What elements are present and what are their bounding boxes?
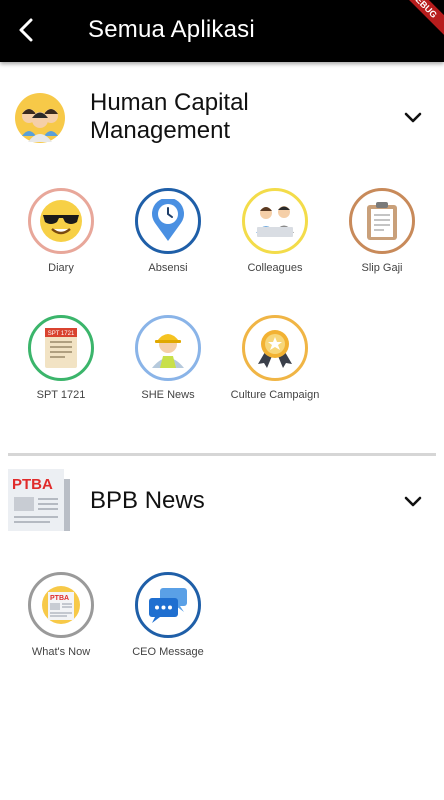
chevron-down-icon[interactable] [402, 490, 424, 512]
section-header-bpb-news[interactable]: PTBA BPB News [0, 466, 444, 536]
section-title-line1: Human Capital [90, 89, 249, 116]
app-tile-whats-now[interactable]: PTBA What's Now [8, 572, 114, 658]
app-tile-absensi[interactable]: Absensi [115, 188, 221, 274]
section-title-line2: Management [90, 117, 231, 144]
section-header-human-capital[interactable]: Human Capital Management [0, 86, 444, 156]
app-icon-circle [135, 188, 201, 254]
chat-bubbles-icon [149, 588, 187, 623]
people-group-icon [15, 93, 65, 143]
app-tile-ceo-message[interactable]: CEO Message [115, 572, 221, 658]
chevron-down-icon[interactable] [402, 106, 424, 128]
app-label: Colleagues [247, 262, 303, 274]
newspaper-icon: PTBA [8, 469, 70, 531]
section-title-human-capital: Human Capital Management [90, 89, 249, 145]
tax-document-icon: SPT 1721 [45, 328, 77, 368]
app-label: Diary [48, 262, 74, 274]
section-title-bpb-news: BPB News [90, 487, 205, 514]
app-icon-circle [135, 315, 201, 381]
app-label: Absensi [148, 262, 188, 274]
debug-banner: DEBUG [386, 0, 444, 43]
arrow-back-icon[interactable] [14, 17, 40, 43]
app-icon-circle [349, 188, 415, 254]
app-label: Culture Campaign [230, 389, 320, 401]
newspaper-icon: PTBA [42, 586, 80, 624]
app-icon-circle [242, 188, 308, 254]
app-label: SPT 1721 [36, 389, 86, 401]
app-bar: Semua Aplikasi DEBUG [0, 0, 444, 62]
app-tile-she-news[interactable]: SHE News [115, 315, 221, 401]
app-tile-spt-1721[interactable]: SPT 1721 SPT 1721 [8, 315, 114, 401]
app-tile-diary[interactable]: Diary [8, 188, 114, 274]
ptba-logo-text: PTBA [50, 595, 69, 602]
app-icon-circle [135, 572, 201, 638]
app-icon-circle: PTBA [28, 572, 94, 638]
app-label: What's Now [31, 646, 91, 658]
app-label: SHE News [141, 389, 195, 401]
ptba-logo-text: PTBA [12, 476, 53, 493]
app-label: CEO Message [132, 646, 204, 658]
worker-helmet-icon [152, 334, 184, 368]
app-icon-circle [242, 315, 308, 381]
app-icon-circle: SPT 1721 [28, 315, 94, 381]
page-title: Semua Aplikasi [88, 16, 255, 43]
app-label: Slip Gaji [361, 262, 403, 274]
app-icon-circle [28, 188, 94, 254]
spt-badge-text: SPT 1721 [48, 331, 75, 337]
app-tile-culture-campaign[interactable]: Culture Campaign [222, 315, 328, 401]
app-tile-slip-gaji[interactable]: Slip Gaji [329, 188, 435, 274]
location-clock-icon [152, 199, 184, 241]
colleagues-icon [256, 206, 294, 237]
sunglasses-emoji-icon [40, 200, 82, 242]
award-badge-icon [258, 330, 292, 368]
app-tile-colleagues[interactable]: Colleagues [222, 188, 328, 274]
section-divider [8, 453, 436, 456]
clipboard-icon [367, 202, 397, 240]
